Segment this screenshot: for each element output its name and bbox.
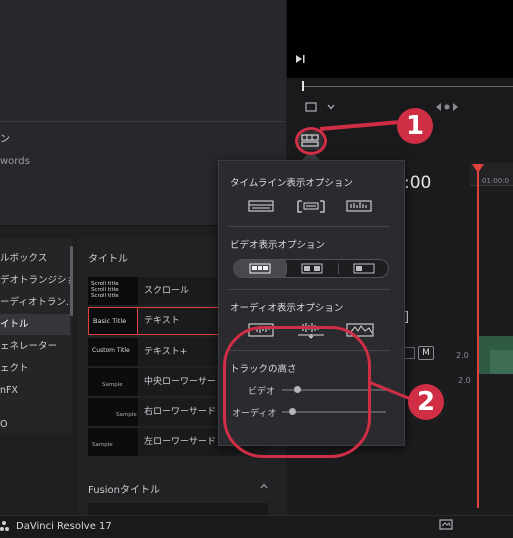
annotation-circle bbox=[295, 127, 327, 155]
effects-list-item[interactable]: ェクト bbox=[0, 358, 70, 379]
video-thumbs-ends-icon bbox=[301, 263, 323, 274]
ruler-label: 01:00:0 bbox=[482, 177, 509, 185]
scrollbar[interactable] bbox=[70, 246, 73, 316]
effects-list: ルボックス デオトランジション ーディオトラン... イトル ェネレーター ェク… bbox=[0, 238, 72, 433]
annotation-ring bbox=[223, 326, 371, 458]
app-name: DaVinci Resolve 17 bbox=[16, 521, 112, 532]
effects-list-item[interactable]: ーディオトラン... bbox=[0, 292, 70, 313]
prev-next-arrows-icon[interactable] bbox=[433, 101, 461, 113]
audio-waveform-view-icon[interactable] bbox=[346, 199, 372, 213]
scrubber-head[interactable] bbox=[302, 81, 304, 91]
effects-list-item[interactable]: デオトランジション bbox=[0, 270, 70, 291]
audio-view-title: オーディオ表示オプション bbox=[230, 303, 344, 314]
track-value: 2.0 bbox=[456, 351, 469, 360]
scrubber-track[interactable] bbox=[302, 86, 513, 87]
title-label: テキスト+ bbox=[144, 347, 188, 357]
video-view-title: ビデオ表示オプション bbox=[230, 240, 326, 251]
chevron-down-icon[interactable] bbox=[326, 102, 336, 112]
browser-header: タイトル bbox=[88, 254, 128, 265]
crop-icon[interactable] bbox=[304, 101, 318, 113]
next-frame-icon[interactable] bbox=[294, 53, 306, 65]
video-thumbs-filmstrip-icon bbox=[249, 263, 271, 274]
video-clip[interactable] bbox=[490, 350, 513, 374]
film-strip-icon[interactable] bbox=[248, 199, 274, 213]
timeline-view-title: タイムライン表示オプション bbox=[230, 178, 353, 189]
effects-list-item[interactable]: ェネレーター bbox=[0, 336, 70, 357]
video-thumbs-none-icon bbox=[353, 263, 375, 274]
media-item-label: ン bbox=[0, 134, 10, 145]
playhead-marker[interactable] bbox=[472, 164, 484, 173]
video-view-segmented-control[interactable] bbox=[233, 259, 389, 278]
title-thumbnail: Sample bbox=[88, 428, 138, 456]
mute-button[interactable]: M bbox=[418, 346, 434, 360]
chevron-up-icon[interactable] bbox=[259, 481, 269, 491]
title-thumbnail: Scroll title Scroll title Scroll title bbox=[88, 277, 138, 305]
title-thumbnail: Custom Title bbox=[88, 338, 138, 366]
fusion-titles-header[interactable]: Fusionタイトル bbox=[88, 481, 160, 496]
title-label: 左ローワーサード bbox=[144, 437, 216, 447]
status-bar: DaVinci Resolve 17 bbox=[0, 515, 513, 538]
stacked-timeline-icon[interactable] bbox=[296, 199, 326, 213]
title-label: スクロール bbox=[144, 286, 190, 296]
effects-list-item-selected[interactable]: イトル bbox=[0, 314, 70, 335]
page-media-icon[interactable] bbox=[438, 518, 454, 532]
annotation-badge-1: 1 bbox=[397, 108, 433, 144]
viewer bbox=[287, 0, 513, 78]
title-label: テキスト bbox=[144, 316, 180, 326]
effects-list-item[interactable]: ルボックス bbox=[0, 248, 70, 269]
title-label: 中央ローワーサード bbox=[144, 377, 225, 387]
annotation-badge-2: 2 bbox=[408, 384, 444, 420]
playhead-line[interactable] bbox=[477, 168, 479, 508]
fusion-title-row[interactable] bbox=[88, 503, 268, 515]
title-label: 右ローワーサード bbox=[144, 407, 216, 417]
effects-list-item[interactable]: O bbox=[0, 414, 70, 435]
timecode: :00 bbox=[404, 173, 432, 193]
title-thumbnail: Sample bbox=[88, 398, 138, 426]
effects-list-item[interactable]: nFX bbox=[0, 380, 70, 401]
resolve-logo-icon bbox=[0, 521, 9, 531]
title-thumbnail: Basic Title bbox=[88, 307, 138, 335]
media-item-label: words bbox=[0, 156, 30, 167]
track-value: 2.0 bbox=[458, 376, 471, 385]
title-thumbnail: Sample bbox=[88, 368, 138, 396]
